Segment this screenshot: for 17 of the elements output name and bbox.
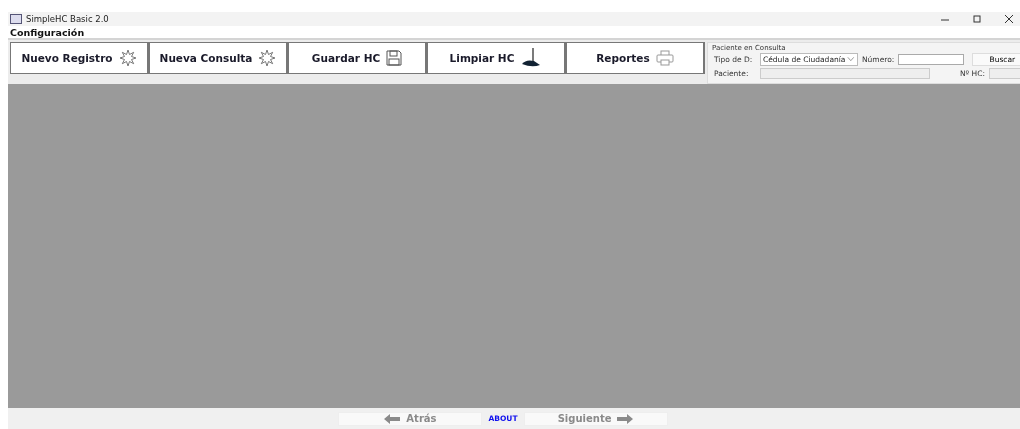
menu-item[interactable]: Configuración — [10, 26, 85, 38]
printer-icon — [655, 50, 674, 66]
toolbar-button[interactable]: Limpiar HC — [427, 42, 566, 74]
toolbar-button[interactable]: Reportes — [566, 42, 705, 74]
left-arrow-icon — [384, 413, 401, 424]
toolbar-button[interactable]: Nuevo Registro — [10, 42, 149, 74]
restore-icon[interactable] — [972, 14, 982, 24]
close-icon[interactable] — [1004, 14, 1014, 24]
app-icon — [10, 14, 22, 24]
right-arrow-icon — [617, 413, 634, 424]
starburst-icon — [258, 49, 277, 67]
chevron-down-icon — [847, 56, 855, 62]
window-title: SimpleHC Basic 2.0 — [26, 14, 110, 24]
toolbar-button[interactable]: Guardar HC — [288, 42, 427, 74]
toolbar-button[interactable]: Nueva Consulta — [149, 42, 288, 74]
number-field[interactable] — [898, 53, 965, 65]
starburst-icon — [118, 49, 137, 67]
